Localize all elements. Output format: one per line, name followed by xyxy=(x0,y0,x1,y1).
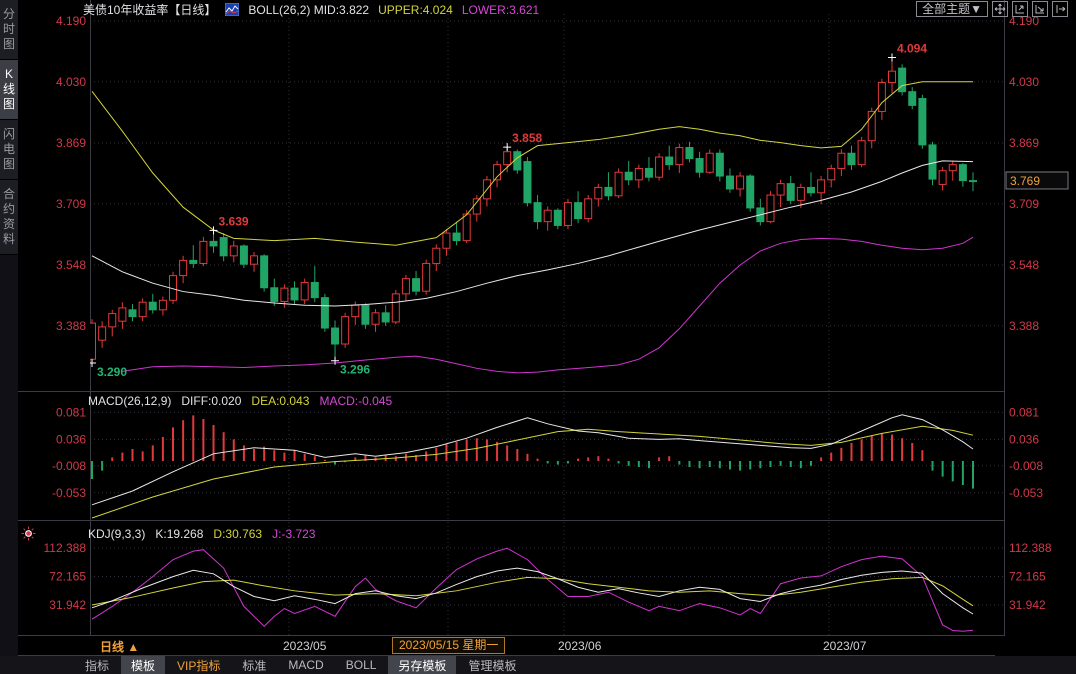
svg-text:-0.008: -0.008 xyxy=(52,459,86,473)
svg-text:3.858: 3.858 xyxy=(512,131,542,145)
svg-text:3.548: 3.548 xyxy=(1009,258,1039,272)
svg-text:0.081: 0.081 xyxy=(1009,405,1039,419)
indicator-settings-sun-icon[interactable] xyxy=(21,526,36,546)
sidebar-item-flash-chart[interactable]: 闪电图 xyxy=(0,120,18,180)
kdj-panel-label: KDJ(9,3,3) K:19.268 D:30.763 J:-3.723 xyxy=(88,527,315,541)
sidebar-item-contract-info[interactable]: 合约资料 xyxy=(0,180,18,255)
date-tick: 2023/06 xyxy=(558,639,601,653)
svg-text:0.036: 0.036 xyxy=(56,432,86,446)
svg-text:0.081: 0.081 xyxy=(56,405,86,419)
pan-move-icon[interactable] xyxy=(992,1,1008,17)
trading-app-window: 分时图 K线图 闪电图 合约资料 3.290 3.639 3.296 3.858 4.0… xyxy=(0,0,1076,674)
svg-text:3.769: 3.769 xyxy=(1010,174,1040,188)
boll-mid-value: BOLL(26,2) MID:3.822 xyxy=(248,3,369,17)
kdj-j-value: J:-3.723 xyxy=(272,527,315,541)
boll-upper-value: UPPER:4.024 xyxy=(378,3,453,17)
svg-text:4.030: 4.030 xyxy=(1009,75,1039,89)
template-tab-bar: 指标 模板 VIP指标 标准 MACD BOLL 另存模板 管理模板 xyxy=(0,656,1076,674)
sidebar-item-time-chart[interactable]: 分时图 xyxy=(0,0,18,60)
kdj-params: KDJ(9,3,3) xyxy=(88,527,145,541)
svg-text:3.869: 3.869 xyxy=(1009,136,1039,150)
sidebar-item-kline-chart[interactable]: K线图 xyxy=(0,60,18,120)
macd-params: MACD(26,12,9) xyxy=(88,394,171,408)
instrument-title: 美债10年收益率【日线】 xyxy=(83,1,216,18)
tab-standard[interactable]: 标准 xyxy=(232,656,276,674)
svg-text:-0.008: -0.008 xyxy=(1009,459,1043,473)
kdj-d-value: D:30.763 xyxy=(213,527,262,541)
svg-text:4.094: 4.094 xyxy=(897,41,927,55)
selected-date-tick: 2023/05/15 星期一 xyxy=(392,637,505,654)
svg-text:3.709: 3.709 xyxy=(56,197,86,211)
svg-text:3.869: 3.869 xyxy=(56,136,86,150)
chart-header: 美债10年收益率【日线】 BOLL(26,2) MID:3.822 UPPER:… xyxy=(83,1,539,18)
svg-text:3.639: 3.639 xyxy=(219,214,249,228)
macd-macd-value: MACD:-0.045 xyxy=(319,394,392,408)
tab-macd[interactable]: MACD xyxy=(278,657,333,673)
tab-manage-templates[interactable]: 管理模板 xyxy=(458,656,526,674)
svg-text:31.942: 31.942 xyxy=(1009,598,1046,612)
svg-text:-0.053: -0.053 xyxy=(52,486,86,500)
svg-text:112.388: 112.388 xyxy=(44,541,87,555)
macd-diff-value: DIFF:0.020 xyxy=(181,394,241,408)
svg-text:112.388: 112.388 xyxy=(1009,541,1052,555)
date-axis-row: 日线 ▲ 2023/05 2023/05/15 星期一 2023/06 2023/07 xyxy=(18,636,1076,656)
boll-lower-value: LOWER:3.621 xyxy=(462,3,539,17)
svg-text:3.709: 3.709 xyxy=(1009,197,1039,211)
svg-text:3.290: 3.290 xyxy=(97,365,127,379)
macd-dea-value: DEA:0.043 xyxy=(251,394,309,408)
svg-text:-0.053: -0.053 xyxy=(1009,486,1043,500)
svg-text:3.388: 3.388 xyxy=(1009,319,1039,333)
line-chart-icon xyxy=(225,3,239,16)
tab-vip-indicators[interactable]: VIP指标 xyxy=(167,656,230,674)
date-tick: 2023/05 xyxy=(283,639,326,653)
date-tick: 2023/07 xyxy=(823,639,866,653)
compress-right-icon[interactable] xyxy=(1032,1,1048,17)
theme-dropdown[interactable]: 全部主题▼ xyxy=(916,1,988,17)
svg-text:72.165: 72.165 xyxy=(1009,570,1046,584)
svg-text:31.942: 31.942 xyxy=(49,598,86,612)
period-selector[interactable]: 日线 ▲ xyxy=(100,638,139,655)
candlestick-chart-canvas[interactable]: 3.2903.6393.2963.8584.0944.1904.1904.030… xyxy=(18,0,1076,656)
tab-templates[interactable]: 模板 xyxy=(121,656,165,674)
svg-text:72.165: 72.165 xyxy=(49,570,86,584)
macd-panel-label: MACD(26,12,9) DIFF:0.020 DEA:0.043 MACD:… xyxy=(88,394,392,408)
chart-type-sidebar: 分时图 K线图 闪电图 合约资料 xyxy=(0,0,18,656)
kdj-k-value: K:19.268 xyxy=(155,527,203,541)
svg-text:4.030: 4.030 xyxy=(56,75,86,89)
header-controls: 全部主题▼ xyxy=(916,1,1068,17)
svg-text:3.388: 3.388 xyxy=(56,319,86,333)
tab-save-template[interactable]: 另存模板 xyxy=(388,656,456,674)
svg-text:0.036: 0.036 xyxy=(1009,432,1039,446)
expand-right-icon[interactable] xyxy=(1052,1,1068,17)
tab-indicators[interactable]: 指标 xyxy=(75,656,119,674)
compress-up-icon[interactable] xyxy=(1012,1,1028,17)
svg-text:4.190: 4.190 xyxy=(56,14,86,28)
svg-text:3.548: 3.548 xyxy=(56,258,86,272)
tab-boll[interactable]: BOLL xyxy=(336,657,387,673)
svg-text:3.296: 3.296 xyxy=(340,363,370,377)
